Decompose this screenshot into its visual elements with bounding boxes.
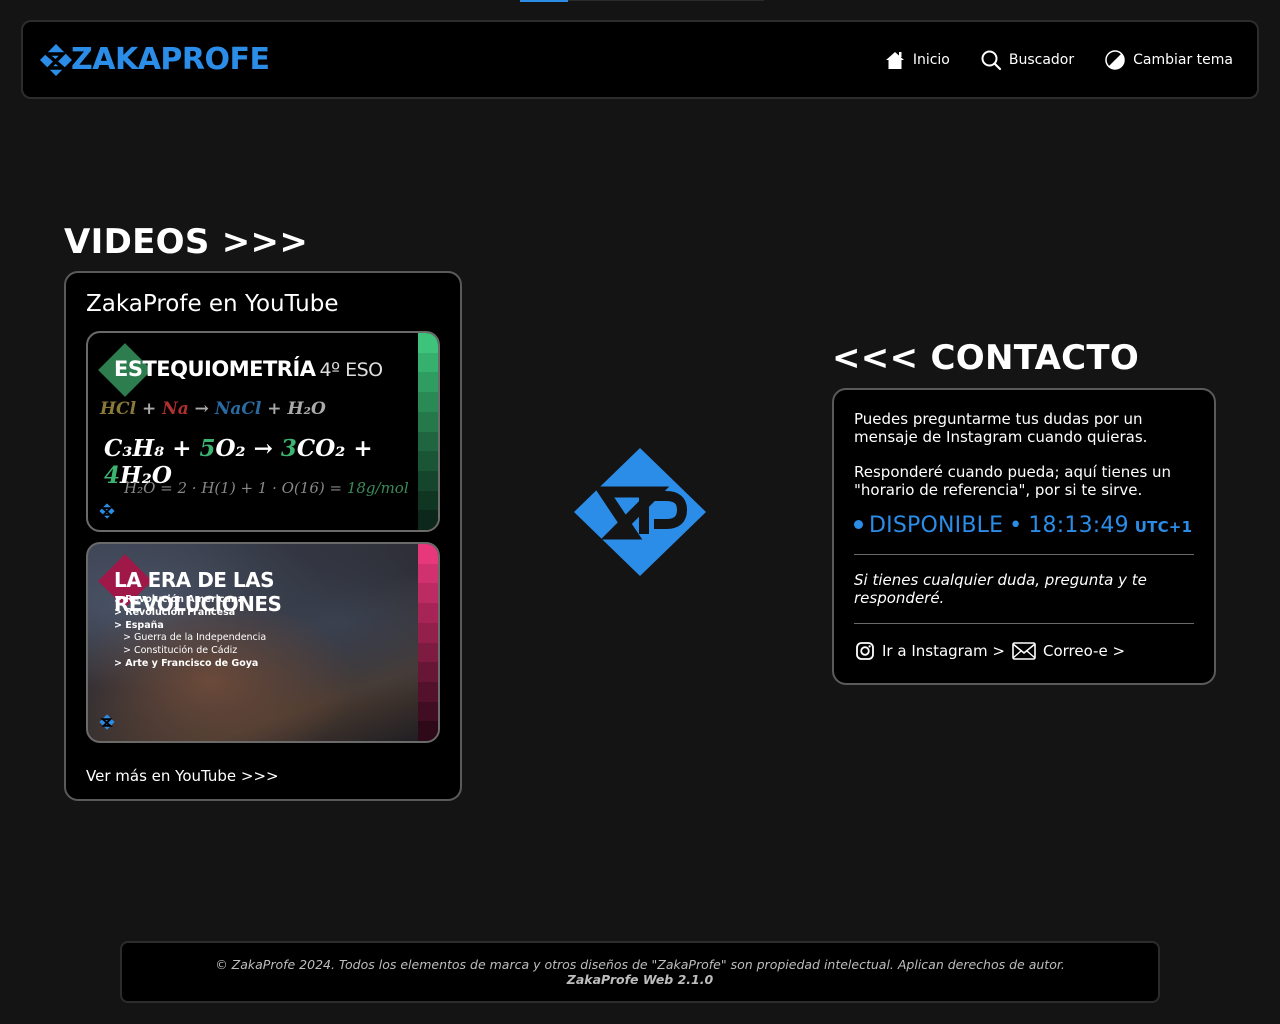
zp-mini-logo-icon: [99, 503, 115, 519]
instagram-link-label: Ir a Instagram >: [882, 642, 1005, 660]
home-icon: [884, 49, 906, 71]
top-progress-bar: [520, 0, 568, 2]
video-thumbnail-title: ESTEQUIOMETRÍA 4º ESO: [114, 357, 383, 381]
zp-mini-logo-icon: [99, 714, 115, 730]
site-header: ZAKAPROFE Inicio Buscador Cambiar tema: [21, 20, 1259, 99]
zp-logo-icon: [40, 43, 72, 76]
status-time: 18:13:49: [1028, 513, 1129, 538]
instagram-icon: [856, 642, 874, 660]
topic-item: > Arte y Francisco de Goya: [114, 657, 259, 669]
green-color-strip: [418, 333, 438, 530]
footer-version: ZakaProfe Web 2.1.0: [566, 972, 714, 987]
nav-buscador-label: Buscador: [1008, 51, 1075, 68]
mail-icon: [1012, 642, 1036, 660]
topic-subitem: > Constitución de Cádiz: [123, 645, 238, 657]
topic-item: > Revolución Americana: [114, 594, 245, 605]
videos-card-title: ZakaProfe en YouTube: [86, 291, 339, 317]
main-nav: Inicio Buscador Cambiar tema: [884, 49, 1233, 71]
video-thumbnail-estequiometria[interactable]: ESTEQUIOMETRÍA 4º ESO HCl + Na → NaCl + H…: [86, 331, 440, 532]
email-link-label: Correo-e >: [1042, 642, 1126, 660]
topic-item: > España: [114, 619, 164, 631]
status-separator: •: [1009, 513, 1023, 538]
chem-reaction-1: HCl + Na → NaCl + H₂O: [100, 399, 326, 419]
theme-toggle-icon: [1104, 49, 1126, 71]
videos-heading: VIDEOS >>>: [64, 222, 309, 262]
video-thumbnail-revoluciones[interactable]: LA ERA DE LAS REVOLUCIONES > Revolución …: [86, 542, 440, 743]
instagram-link[interactable]: Ir a Instagram >: [854, 640, 1005, 662]
topic-item: > Revolución Francesa: [114, 606, 236, 618]
contact-note: Si tienes cualquier duda, pregunta y te …: [854, 571, 1147, 607]
videos-card: ZakaProfe en YouTube ESTEQUIOMETRÍA 4º ES…: [64, 271, 462, 801]
nav-cambiar-tema-label: Cambiar tema: [1133, 51, 1233, 68]
pink-color-strip: [418, 544, 438, 741]
nav-inicio-label: Inicio: [912, 51, 950, 68]
chem-molar-mass: H₂O = 2 · H(1) + 1 · O(16) = 18g/mol: [124, 479, 409, 497]
contact-heading: <<< CONTACTO: [832, 338, 1140, 378]
search-icon: [980, 49, 1002, 71]
footer-copyright: © ZakaProfe 2024. Todos los elementos de…: [215, 957, 1065, 972]
status-label: DISPONIBLE: [869, 513, 1004, 538]
contact-card: Puedes preguntarme tus dudas por un mens…: [832, 388, 1216, 685]
topic-subitem: > Guerra de la Independencia: [123, 632, 267, 644]
status-dot-icon: [854, 520, 863, 529]
nav-inicio[interactable]: Inicio: [884, 49, 950, 71]
top-progress-track: [568, 0, 764, 1]
availability-status: DISPONIBLE • 18:13:49 UTC+1: [854, 513, 1194, 538]
youtube-more-link[interactable]: Ver más en YouTube >>>: [86, 767, 279, 785]
revoluciones-topic-list: > Revolución Americana > Revolución Fran…: [114, 594, 266, 671]
contact-intro-text: Puedes preguntarme tus dudas por un mens…: [854, 410, 1148, 446]
nav-cambiar-tema[interactable]: Cambiar tema: [1104, 49, 1233, 71]
site-logo[interactable]: ZAKAPROFE: [37, 40, 270, 80]
contact-schedule-text: Responderé cuando pueda; aquí tienes un …: [854, 463, 1172, 499]
site-footer: © ZakaProfe 2024. Todos los elementos de…: [120, 941, 1160, 1003]
nav-buscador[interactable]: Buscador: [980, 49, 1074, 71]
logo-text: ZAKAPROFE: [71, 42, 270, 77]
divider: [854, 554, 1194, 555]
status-timezone: UTC+1: [1134, 518, 1193, 536]
email-link[interactable]: Correo-e >: [1011, 640, 1125, 662]
zp-center-logo-icon: [574, 448, 706, 576]
contact-links: Ir a Instagram > Correo-e >: [854, 640, 1194, 662]
divider: [854, 623, 1194, 624]
